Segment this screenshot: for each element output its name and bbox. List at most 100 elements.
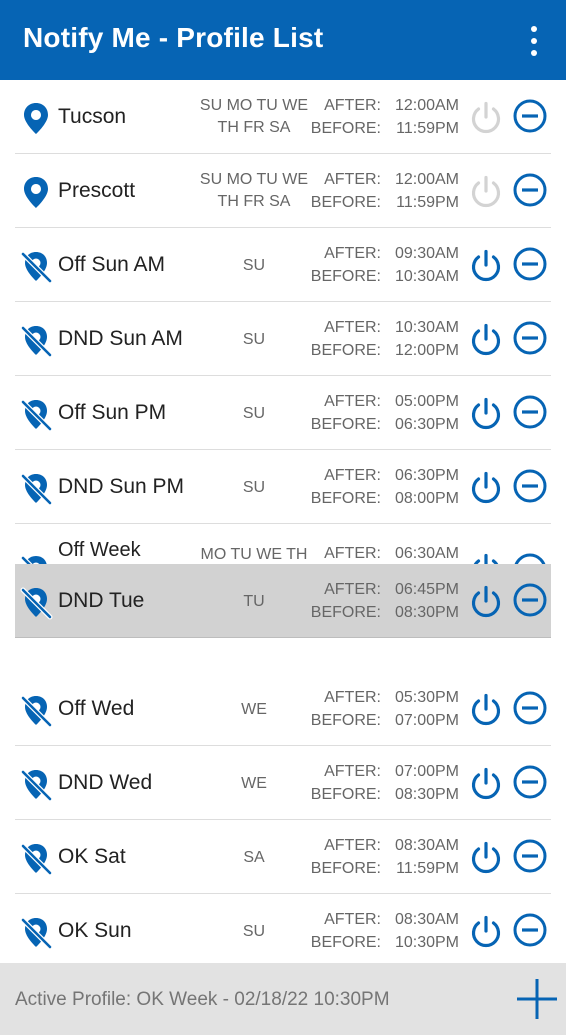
profile-row[interactable]: Off Wed WE AFTER: BEFORE: 05:30PM 07:00PM bbox=[15, 672, 551, 746]
profile-name: OK Sat bbox=[58, 845, 126, 868]
profile-days: SU MO TU WE TH FR SA bbox=[199, 97, 309, 136]
time-labels: AFTER: BEFORE: bbox=[307, 464, 381, 510]
time-values: 06:30PM 08:00PM bbox=[387, 464, 459, 510]
profile-row[interactable]: Tucson SU MO TU WE TH FR SA AFTER: BEFORE: 1… bbox=[15, 80, 551, 154]
profile-name: DND Sun AM bbox=[58, 327, 183, 350]
time-values: 12:00AM 11:59PM bbox=[387, 168, 459, 214]
before-time: 06:30PM bbox=[394, 416, 459, 433]
before-label: BEFORE: bbox=[310, 604, 381, 621]
location-off-icon bbox=[20, 695, 53, 728]
power-icon[interactable] bbox=[468, 584, 504, 620]
profile-list[interactable]: Tucson SU MO TU WE TH FR SA AFTER: BEFORE: 1… bbox=[0, 80, 566, 963]
remove-circle-icon[interactable] bbox=[512, 98, 548, 134]
time-labels: AFTER: BEFORE: bbox=[307, 94, 381, 140]
after-time: 10:30AM bbox=[394, 319, 459, 336]
profile-row[interactable]: DND Sun AM SU AFTER: BEFORE: 10:30AM 12:00PM bbox=[15, 302, 551, 376]
remove-circle-icon[interactable] bbox=[512, 246, 548, 282]
location-off-icon bbox=[20, 917, 53, 950]
before-label: BEFORE: bbox=[310, 786, 381, 803]
location-off-icon bbox=[20, 251, 53, 284]
profile-row[interactable]: DND Tue TU AFTER: BEFORE: 06:45PM 08:30PM bbox=[15, 564, 551, 638]
time-values: 10:30AM 12:00PM bbox=[387, 316, 459, 362]
location-off-icon bbox=[20, 587, 53, 620]
remove-circle-icon[interactable] bbox=[512, 690, 548, 726]
profile-name: DND Wed bbox=[58, 771, 153, 794]
after-label: AFTER: bbox=[324, 545, 381, 562]
before-time: 11:59PM bbox=[396, 194, 459, 211]
after-time: 08:30AM bbox=[394, 837, 459, 854]
power-icon[interactable] bbox=[468, 174, 504, 210]
profile-days: SU bbox=[242, 479, 266, 496]
before-time: 11:59PM bbox=[396, 860, 459, 877]
remove-circle-icon[interactable] bbox=[512, 320, 548, 356]
profile-row[interactable]: Off Sun AM SU AFTER: BEFORE: 09:30AM 10:30AM bbox=[15, 228, 551, 302]
remove-circle-icon[interactable] bbox=[512, 764, 548, 800]
time-values: 06:45PM 08:30PM bbox=[387, 578, 459, 624]
profile-days: MO TU WE TH bbox=[200, 546, 308, 563]
time-values: 08:30AM 10:30PM bbox=[387, 908, 459, 954]
after-time: 05:00PM bbox=[394, 393, 459, 410]
remove-circle-icon[interactable] bbox=[512, 172, 548, 208]
remove-circle-icon[interactable] bbox=[512, 394, 548, 430]
profile-row[interactable]: Off Sun PM SU AFTER: BEFORE: 05:00PM 06:30PM bbox=[15, 376, 551, 450]
profile-name: Off Sun AM bbox=[58, 253, 165, 276]
profile-days: WE bbox=[241, 775, 267, 792]
after-time: 05:30PM bbox=[394, 689, 459, 706]
power-icon[interactable] bbox=[468, 248, 504, 284]
app-bar: Notify Me - Profile List bbox=[0, 0, 566, 80]
profile-name: Prescott bbox=[58, 179, 136, 202]
power-icon[interactable] bbox=[468, 100, 504, 136]
time-values: 08:30AM 11:59PM bbox=[387, 834, 459, 880]
profile-row[interactable]: DND Wed WE AFTER: BEFORE: 07:00PM 08:30PM bbox=[15, 746, 551, 820]
location-off-icon bbox=[20, 769, 53, 802]
time-labels: AFTER: BEFORE: bbox=[307, 834, 381, 880]
time-labels: AFTER: BEFORE: bbox=[307, 168, 381, 214]
profile-row[interactable]: DND Sun PM SU AFTER: BEFORE: 06:30PM 08:00PM bbox=[15, 450, 551, 524]
remove-circle-icon[interactable] bbox=[512, 912, 548, 948]
before-label: BEFORE: bbox=[310, 268, 381, 285]
after-label: AFTER: bbox=[324, 171, 381, 188]
power-icon[interactable] bbox=[468, 914, 504, 950]
time-values: 06:30AM bbox=[387, 542, 459, 565]
location-pin-icon bbox=[24, 103, 48, 134]
power-icon[interactable] bbox=[468, 322, 504, 358]
after-label: AFTER: bbox=[324, 581, 381, 598]
before-time: 08:30PM bbox=[394, 786, 459, 803]
more-vert-icon[interactable] bbox=[520, 24, 548, 58]
profile-row[interactable]: Prescott SU MO TU WE TH FR SA AFTER: BEFORE… bbox=[15, 154, 551, 228]
before-label: BEFORE: bbox=[310, 120, 381, 137]
before-time: 10:30AM bbox=[394, 268, 459, 285]
power-icon[interactable] bbox=[468, 840, 504, 876]
profile-days: SU bbox=[242, 405, 266, 422]
after-label: AFTER: bbox=[324, 319, 381, 336]
time-labels: AFTER: BEFORE: bbox=[307, 242, 381, 288]
after-label: AFTER: bbox=[324, 689, 381, 706]
after-time: 09:30AM bbox=[394, 245, 459, 262]
before-label: BEFORE: bbox=[310, 490, 381, 507]
time-labels: AFTER: BEFORE: bbox=[307, 578, 381, 624]
time-values: 05:00PM 06:30PM bbox=[387, 390, 459, 436]
footer-bar: Active Profile: OK Week - 02/18/22 10:30… bbox=[0, 963, 566, 1035]
location-off-icon bbox=[20, 399, 53, 432]
power-icon[interactable] bbox=[468, 396, 504, 432]
remove-circle-icon[interactable] bbox=[512, 838, 548, 874]
after-label: AFTER: bbox=[324, 837, 381, 854]
before-time: 12:00PM bbox=[394, 342, 459, 359]
location-off-icon bbox=[20, 325, 53, 358]
power-icon[interactable] bbox=[468, 692, 504, 728]
before-label: BEFORE: bbox=[310, 194, 381, 211]
profile-row[interactable]: Off Week MO TU WE TH AFTER: 06:30AM bbox=[15, 524, 551, 566]
profile-days: SU bbox=[242, 257, 266, 274]
profile-name: DND Sun PM bbox=[58, 475, 185, 498]
before-label: BEFORE: bbox=[310, 860, 381, 877]
remove-circle-icon[interactable] bbox=[512, 582, 548, 618]
power-icon[interactable] bbox=[468, 766, 504, 802]
profile-days: SU bbox=[242, 923, 266, 940]
profile-row[interactable]: OK Sat SA AFTER: BEFORE: 08:30AM 11:59PM bbox=[15, 820, 551, 894]
active-profile-status: Active Profile: OK Week - 02/18/22 10:30… bbox=[15, 989, 390, 1010]
time-values: 07:00PM 08:30PM bbox=[387, 760, 459, 806]
profile-row[interactable]: OK Sun SU AFTER: BEFORE: 08:30AM 10:30PM bbox=[15, 894, 551, 963]
remove-circle-icon[interactable] bbox=[512, 468, 548, 504]
power-icon[interactable] bbox=[468, 470, 504, 506]
add-icon[interactable] bbox=[514, 976, 560, 1022]
